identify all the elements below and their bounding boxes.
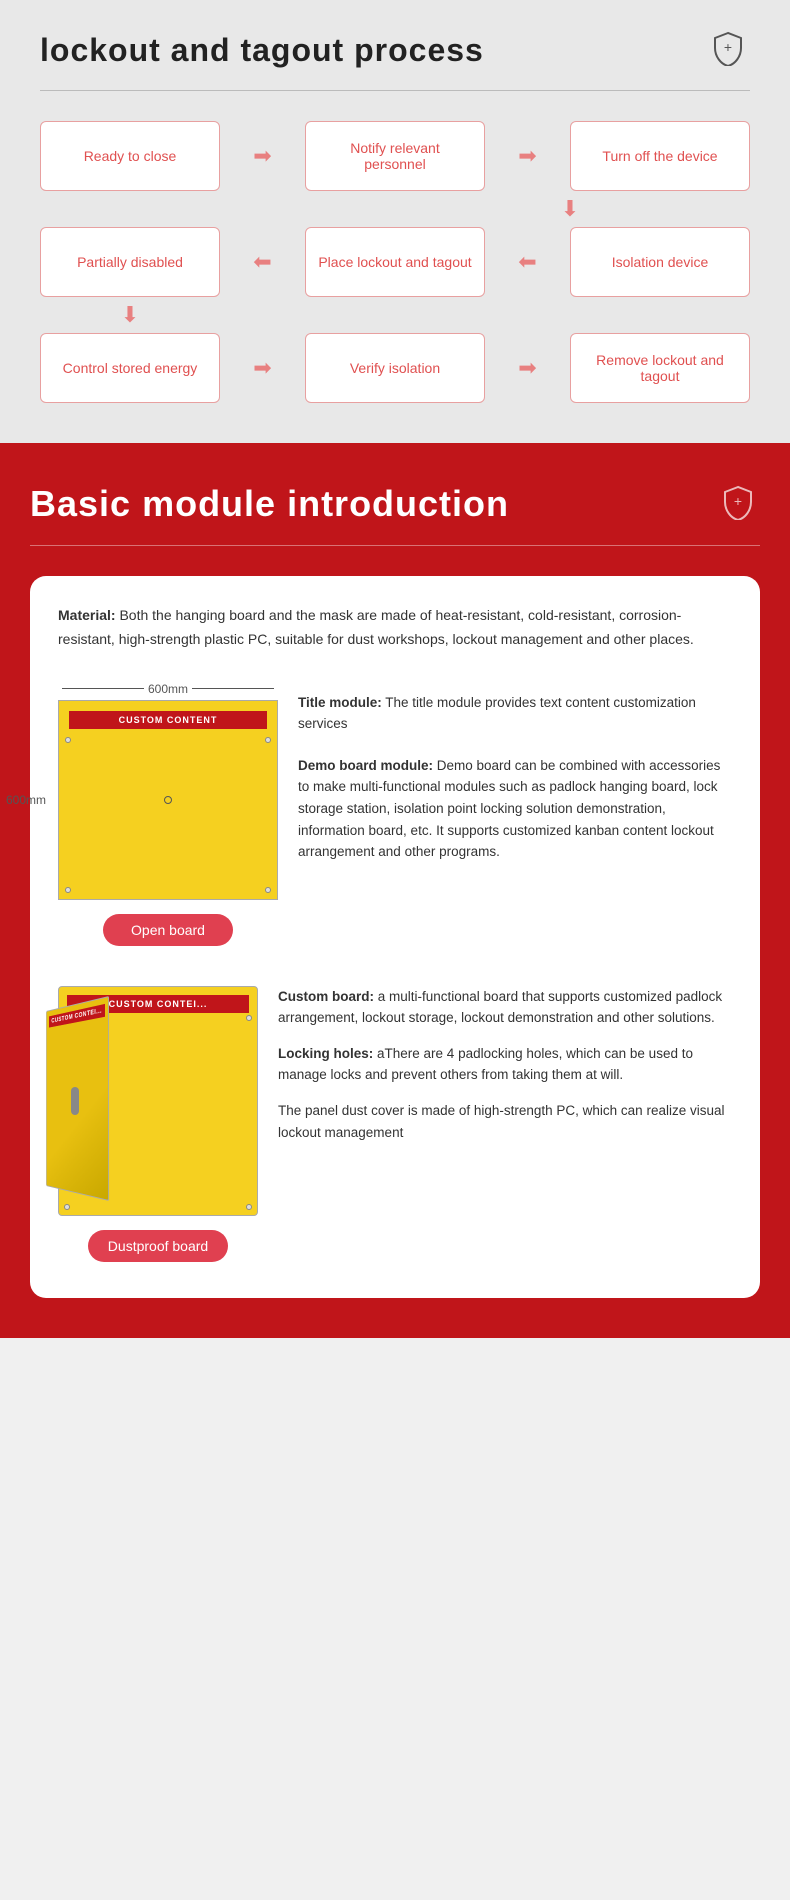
shield-icon: + bbox=[710, 30, 750, 70]
flow-cell-notify: Notify relevant personnel bbox=[305, 121, 485, 191]
corner-dot-br bbox=[265, 887, 271, 893]
open-board-section: 600mm 600mm CUSTOM CONTENT bbox=[58, 682, 732, 946]
custom-board-label: Custom board: bbox=[278, 989, 374, 1004]
section2-title: Basic module introduction bbox=[30, 483, 509, 525]
section2-title-row: Basic module introduction + bbox=[30, 483, 760, 525]
spacer-3 bbox=[260, 191, 440, 227]
flow-diagram: Ready to close ➡ Notify relevant personn… bbox=[40, 121, 750, 403]
material-text-content: Both the hanging board and the mask are … bbox=[58, 607, 694, 647]
flow-box-place-lockout: Place lockout and tagout bbox=[305, 227, 485, 297]
corner-dot-tr bbox=[265, 737, 271, 743]
page-title: lockout and tagout process bbox=[40, 32, 484, 69]
dustproof-info: Custom board: a multi-functional board t… bbox=[278, 986, 732, 1158]
board1-dimension-top: 600mm bbox=[58, 682, 278, 696]
dustproof-board-wrap: CUSTOM CONTEI... CUSTOM CONTEI... Dustpr… bbox=[58, 986, 258, 1262]
arrow-down-col1-icon: ⬇ bbox=[121, 304, 139, 326]
section-lockout: lockout and tagout process + Ready to cl… bbox=[0, 0, 790, 443]
dustproof-red-header-door: CUSTOM CONTEI... bbox=[49, 1004, 105, 1028]
spacer-8 bbox=[480, 297, 660, 333]
flow-row-5: Control stored energy ➡ Verify isolation… bbox=[40, 333, 750, 403]
module-card: Material: Both the hanging board and the… bbox=[30, 576, 760, 1298]
board1-outer-wrap: 600mm CUSTOM CONTENT bbox=[58, 700, 278, 900]
board1-diagram-row: 600mm 600mm CUSTOM CONTENT bbox=[58, 682, 732, 946]
spacer-7 bbox=[440, 297, 480, 333]
flow-row-3: Partially disabled ⬅ Place lockout and t… bbox=[40, 227, 750, 297]
locking-holes-label: Locking holes: bbox=[278, 1046, 373, 1061]
svg-text:+: + bbox=[724, 39, 732, 55]
arrow-right-3: ➡ bbox=[243, 355, 283, 381]
demo-board-label: Demo board module: bbox=[298, 758, 433, 773]
board1-diagram: 600mm 600mm CUSTOM CONTENT bbox=[58, 682, 278, 946]
material-label: Material: bbox=[58, 607, 116, 623]
flow-cell-remove: Remove lockout and tagout bbox=[570, 333, 750, 403]
spacer-2 bbox=[220, 191, 260, 227]
arrow-down-col1: ⬇ bbox=[40, 297, 220, 333]
dustproof-outer: CUSTOM CONTEI... CUSTOM CONTEI... bbox=[58, 986, 258, 1216]
section2-divider bbox=[30, 545, 760, 546]
flow-cell-place-lockout: Place lockout and tagout bbox=[305, 227, 485, 297]
spacer-row-1: ⬇ bbox=[40, 191, 750, 227]
arrow-right-2: ➡ bbox=[508, 143, 548, 169]
locking-holes-desc: Locking holes: aThere are 4 padlocking h… bbox=[278, 1043, 732, 1086]
arrow-left-1: ⬅ bbox=[243, 249, 283, 275]
flow-box-remove: Remove lockout and tagout bbox=[570, 333, 750, 403]
arrow-left-2: ⬅ bbox=[508, 249, 548, 275]
corner-dot-bl bbox=[65, 887, 71, 893]
dustproof-section: CUSTOM CONTEI... CUSTOM CONTEI... Dustpr… bbox=[58, 986, 732, 1262]
dustproof-dot-bl bbox=[64, 1204, 70, 1210]
corner-dot-tl bbox=[65, 737, 71, 743]
spacer-4 bbox=[440, 191, 480, 227]
flow-cell-partially: Partially disabled bbox=[40, 227, 220, 297]
center-dot bbox=[164, 796, 172, 804]
title-module-label: Title module: bbox=[298, 695, 382, 710]
arrow-right-4: ➡ bbox=[508, 355, 548, 381]
board1-side-dim: 600mm bbox=[6, 793, 46, 807]
flow-box-ready-to-close: Ready to close bbox=[40, 121, 220, 191]
svg-text:+: + bbox=[734, 493, 742, 509]
spacer-1 bbox=[40, 191, 220, 227]
flow-box-isolation: Isolation device bbox=[570, 227, 750, 297]
demo-board-desc: Demo board module: Demo board can be com… bbox=[298, 755, 732, 863]
spacer-row-2: ⬇ bbox=[40, 297, 750, 333]
spacer-5 bbox=[220, 297, 260, 333]
title-row: lockout and tagout process + bbox=[40, 30, 750, 70]
material-description: Material: Both the hanging board and the… bbox=[58, 604, 732, 652]
board1-red-header: CUSTOM CONTENT bbox=[69, 711, 267, 729]
flow-cell-ready-to-close: Ready to close bbox=[40, 121, 220, 191]
custom-board-desc: Custom board: a multi-functional board t… bbox=[278, 986, 732, 1029]
flow-cell-control: Control stored energy bbox=[40, 333, 220, 403]
flow-box-control: Control stored energy bbox=[40, 333, 220, 403]
arrow-right-1: ➡ bbox=[243, 143, 283, 169]
flow-cell-verify: Verify isolation bbox=[305, 333, 485, 403]
dustproof-board-button[interactable]: Dustproof board bbox=[88, 1230, 228, 1262]
flow-row-1: Ready to close ➡ Notify relevant personn… bbox=[40, 121, 750, 191]
dim-line-right bbox=[192, 688, 274, 689]
section-basic-module: Basic module introduction + Material: Bo… bbox=[0, 443, 790, 1338]
flow-box-notify: Notify relevant personnel bbox=[305, 121, 485, 191]
shield-icon-2: + bbox=[720, 484, 760, 524]
board1-outer: CUSTOM CONTENT bbox=[58, 700, 278, 900]
flow-cell-turn-off: Turn off the device bbox=[570, 121, 750, 191]
dim-line-left bbox=[62, 688, 144, 689]
open-board-button[interactable]: Open board bbox=[103, 914, 233, 946]
spacer-6 bbox=[260, 297, 440, 333]
flow-box-verify: Verify isolation bbox=[305, 333, 485, 403]
flow-box-turn-off: Turn off the device bbox=[570, 121, 750, 191]
dustproof-dot-br bbox=[246, 1204, 252, 1210]
section-divider bbox=[40, 90, 750, 91]
title-module-desc: Title module: The title module provides … bbox=[298, 692, 732, 735]
panel-text: The panel dust cover is made of high-str… bbox=[278, 1100, 732, 1143]
arrow-down-right: ⬇ bbox=[480, 191, 660, 227]
board1-info: Title module: The title module provides … bbox=[298, 682, 732, 883]
dustproof-handle bbox=[71, 1087, 79, 1115]
arrow-down-col5: ⬇ bbox=[561, 198, 579, 220]
flow-cell-isolation: Isolation device bbox=[570, 227, 750, 297]
dustproof-dot-tr bbox=[246, 1015, 252, 1021]
flow-box-partially: Partially disabled bbox=[40, 227, 220, 297]
board1-dim-label: 600mm bbox=[148, 682, 188, 696]
